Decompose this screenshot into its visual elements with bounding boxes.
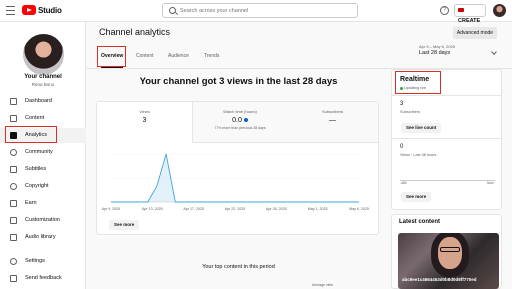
analytics-highlight-outline: [5, 126, 57, 143]
divider: [392, 95, 502, 96]
realtime-axis-start: -48h: [400, 181, 407, 185]
search-icon[interactable]: [169, 7, 176, 14]
sidebar-item-label: Community: [25, 149, 53, 155]
sidebar-item-audio-library[interactable]: Audio library: [0, 230, 86, 245]
tab-audience[interactable]: Audience: [168, 48, 189, 68]
realtime-bar-baseline: [400, 180, 495, 181]
tab-content[interactable]: Content: [136, 48, 154, 68]
gear-icon: [10, 258, 17, 265]
sidebar-item-dashboard[interactable]: Dashboard: [0, 94, 86, 109]
sidebar-item-earn[interactable]: Earn: [0, 196, 86, 211]
youtube-logo-icon: [22, 5, 36, 15]
latest-video-title: abc9ee1c4664453d0b8d0d8ff770ed: [402, 277, 477, 282]
x-tick-label: Apr 22, 2025: [225, 207, 246, 211]
video-camera-icon: [458, 7, 464, 12]
dashboard-icon: [10, 98, 17, 105]
sidebar-item-label: Content: [25, 115, 45, 121]
earn-icon: [10, 200, 17, 207]
thumbnail-glasses: [440, 247, 460, 252]
views-line-chart: Apr 9, 2025 Apr 13, 2025 Apr 17, 2025 Apr 2…: [102, 153, 369, 211]
channel-title: Your channel: [24, 74, 62, 80]
x-tick-label: May 6, 2025: [349, 207, 369, 211]
logo-text: Studio: [38, 5, 62, 15]
sidebar-item-label: Subtitles: [25, 166, 47, 172]
latest-video-thumbnail[interactable]: abc9ee1c4664453d0b8d0d8ff770ed: [398, 233, 499, 289]
x-tick-label: Apr 9, 2025: [102, 207, 121, 211]
community-icon: [10, 149, 17, 156]
realtime-axis-end: Now: [487, 181, 494, 185]
sidebar-item-settings[interactable]: Settings: [0, 254, 86, 269]
copyright-icon: [10, 183, 17, 190]
sidebar-item-community[interactable]: Community: [0, 145, 86, 160]
chevron-down-icon[interactable]: [491, 49, 497, 55]
x-tick-label: Apr 26, 2025: [266, 207, 287, 211]
create-label: CREATE: [458, 18, 481, 24]
sidebar: Your channel Rena Bono Dashboard Content…: [0, 22, 86, 289]
realtime-views-value: 0: [400, 144, 404, 150]
help-icon[interactable]: ?: [440, 6, 449, 15]
divider: [392, 138, 502, 139]
customization-icon: [10, 217, 17, 224]
search-box[interactable]: [162, 3, 358, 18]
menu-icon[interactable]: [6, 6, 15, 15]
advanced-mode-button[interactable]: Advanced mode: [453, 27, 497, 39]
x-tick-label: Apr 13, 2025: [142, 207, 163, 211]
x-tick-label: Apr 17, 2025: [183, 207, 204, 211]
date-range-selector[interactable]: Apr 9 – May 6, 2025 Last 28 days: [419, 44, 455, 56]
sidebar-item-label: Earn: [25, 200, 37, 206]
studio-logo[interactable]: Studio: [22, 5, 62, 15]
page-title: Channel analytics: [99, 27, 171, 37]
sidebar-item-label: Customization: [25, 217, 60, 223]
thumbnail-face: [438, 237, 462, 269]
overview-headline: Your channel got 3 views in the last 28 …: [139, 76, 338, 87]
realtime-subscribers-label: Subscribers: [400, 110, 421, 114]
sidebar-item-send-feedback[interactable]: Send feedback: [0, 271, 86, 286]
date-range-dates: Apr 9 – May 6, 2025: [419, 44, 456, 49]
see-more-button[interactable]: See more: [109, 220, 140, 230]
tab-trends[interactable]: Trends: [204, 48, 219, 68]
content-icon: [10, 115, 17, 122]
audio-library-icon: [10, 234, 17, 241]
subtitles-icon: [10, 166, 17, 173]
channel-username: Rena Bono: [31, 82, 55, 87]
realtime-see-more-button[interactable]: See more: [401, 192, 432, 202]
sidebar-item-subtitles[interactable]: Subtitles: [0, 162, 86, 177]
top-content-title: Your top content in this period: [202, 264, 275, 270]
sidebar-item-content[interactable]: Content: [0, 111, 86, 126]
sidebar-item-copyright[interactable]: Copyright: [0, 179, 86, 194]
search-input[interactable]: [180, 5, 350, 16]
sidebar-item-label: Send feedback: [25, 275, 62, 281]
sidebar-item-label: Settings: [25, 258, 45, 264]
account-avatar[interactable]: [493, 4, 506, 17]
date-range-label: Last 28 days: [419, 50, 451, 56]
overview-highlight-outline: [97, 46, 126, 67]
realtime-highlight-outline: [395, 71, 441, 94]
latest-content-title: Latest content: [399, 219, 441, 225]
create-button[interactable]: CREATE: [454, 4, 486, 24]
sidebar-item-label: Audio library: [25, 234, 56, 240]
realtime-views-label: Views · Last 48 hours: [400, 153, 437, 157]
realtime-subscribers-value: 3: [400, 101, 404, 107]
average-view-label: Average view: [312, 283, 333, 287]
feedback-icon: [10, 275, 17, 282]
sidebar-item-label: Dashboard: [25, 98, 52, 104]
top-bar: Studio ? CREATE: [0, 0, 512, 24]
see-live-count-button[interactable]: See live count: [401, 123, 442, 133]
sidebar-item-customization[interactable]: Customization: [0, 213, 86, 228]
x-tick-label: May 1, 2025: [308, 207, 328, 211]
channel-avatar[interactable]: [23, 34, 64, 75]
overview-stats-card: Views 3 Watch time (hours) 0.0 77% more …: [96, 101, 379, 235]
sidebar-item-label: Copyright: [25, 183, 49, 189]
